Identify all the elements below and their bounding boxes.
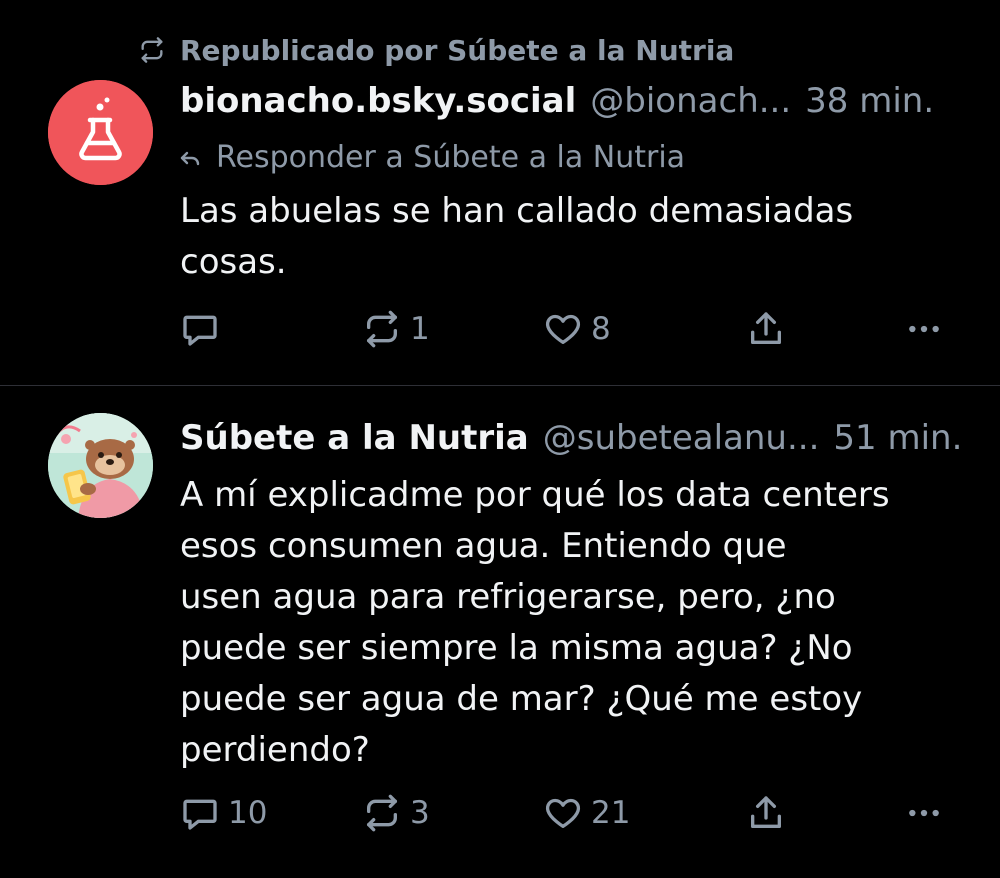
repost-count: 3 <box>410 795 430 831</box>
author-handle[interactable]: @subetealanu... <box>543 418 820 458</box>
post-card[interactable]: Súbete a la Nutria @subetealanu... 51 mi… <box>0 386 1000 878</box>
repost-icon <box>138 35 168 65</box>
repost-button[interactable]: 1 <box>362 307 430 351</box>
repost-label: Republicado por Súbete a la Nutria <box>180 33 735 67</box>
post-actions: 1 8 <box>0 307 1000 351</box>
repost-button[interactable]: 3 <box>362 791 430 835</box>
author-name[interactable]: bionacho.bsky.social <box>180 81 576 121</box>
reposted-by[interactable]: Republicado por Súbete a la Nutria <box>138 30 734 70</box>
like-count: 8 <box>591 311 611 347</box>
share-button[interactable] <box>746 307 786 351</box>
reply-button[interactable]: 10 <box>180 791 267 835</box>
like-count: 21 <box>591 795 631 831</box>
share-button[interactable] <box>746 791 786 835</box>
otter-avatar <box>48 413 153 518</box>
post-text: Las abuelas se han callado demasiadas co… <box>180 191 854 282</box>
reply-to-label: Responder a Súbete a la Nutria <box>216 139 686 175</box>
avatar[interactable] <box>48 80 153 185</box>
comment-icon <box>183 799 217 830</box>
more-options-button[interactable] <box>904 307 944 351</box>
post-time[interactable]: 51 min. <box>833 418 962 458</box>
reply-to[interactable]: Responder a Súbete a la Nutria <box>178 136 685 178</box>
post-header: bionacho.bsky.social @bionach... 38 min. <box>180 79 966 123</box>
author-handle[interactable]: @bionach... <box>590 81 791 121</box>
author-name[interactable]: Súbete a la Nutria <box>180 418 529 458</box>
repost-icon <box>367 310 397 348</box>
reply-button[interactable] <box>180 307 228 351</box>
post-header: Súbete a la Nutria @subetealanu... 51 mi… <box>180 416 966 460</box>
like-button[interactable]: 8 <box>543 307 611 351</box>
flask-icon <box>48 80 153 185</box>
post-time[interactable]: 38 min. <box>805 81 934 121</box>
more-icon <box>909 809 939 817</box>
post-text: A mí explicadme por qué los data centers… <box>180 475 890 770</box>
repost-icon <box>367 794 397 832</box>
heart-icon <box>545 314 581 344</box>
more-options-button[interactable] <box>904 791 944 835</box>
comment-icon <box>183 315 217 346</box>
reply-arrow-icon <box>178 143 206 171</box>
repost-count: 1 <box>410 311 430 347</box>
more-icon <box>909 325 939 333</box>
reply-count: 10 <box>228 795 268 831</box>
share-icon <box>751 796 781 828</box>
post-actions: 10 3 21 <box>0 791 1000 835</box>
avatar[interactable] <box>48 413 153 518</box>
like-button[interactable]: 21 <box>543 791 630 835</box>
post-card[interactable]: Republicado por Súbete a la Nutria biona… <box>0 0 1000 386</box>
share-icon <box>751 312 781 344</box>
heart-icon <box>545 798 581 828</box>
